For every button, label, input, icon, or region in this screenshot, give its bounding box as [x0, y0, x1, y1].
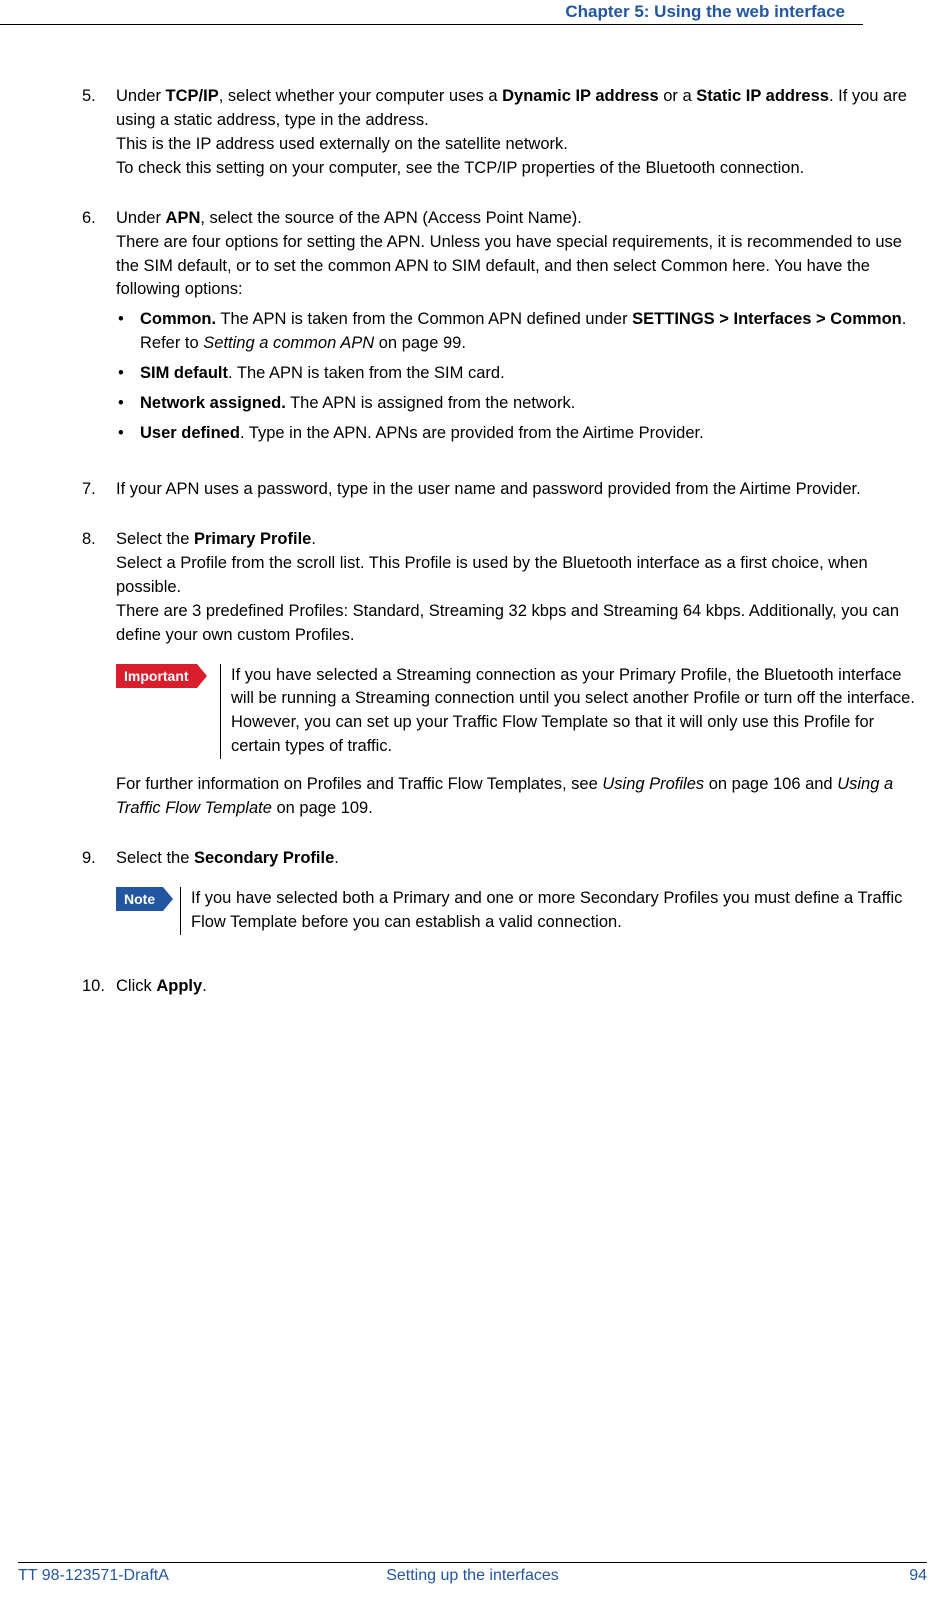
text: . The APN is taken from the SIM card. — [228, 364, 505, 382]
footer-doc-id: TT 98-123571-DraftA — [18, 1567, 321, 1585]
step-body: Under APN, select the source of the APN … — [116, 207, 927, 452]
bullet-list: •Common. The APN is taken from the Commo… — [116, 308, 927, 446]
bullet-item: •User defined. Type in the APN. APNs are… — [116, 422, 927, 446]
text: If your APN uses a password, type in the… — [116, 480, 861, 498]
step-number: 6. — [82, 207, 116, 452]
bold: Apply — [156, 977, 202, 995]
text: , select whether your computer uses a — [219, 87, 502, 105]
step-number: 8. — [82, 528, 116, 821]
bold: Secondary Profile — [194, 849, 334, 867]
text: This is the IP address used externally o… — [116, 135, 568, 153]
bold: Primary Profile — [194, 530, 311, 548]
bullet-icon: • — [116, 308, 140, 356]
text: Under — [116, 209, 166, 227]
text: Select the — [116, 530, 194, 548]
step-9: 9. Select the Secondary Profile. Note If… — [82, 847, 927, 949]
important-label: Important — [116, 664, 197, 688]
bold: SIM default — [140, 364, 228, 382]
bold: Network assigned. — [140, 394, 286, 412]
text: . — [334, 849, 339, 867]
bold: User defined — [140, 424, 240, 442]
step-8: 8. Select the Primary Profile. Select a … — [82, 528, 927, 821]
step-body: If your APN uses a password, type in the… — [116, 478, 927, 502]
bullet-item: •SIM default. The APN is taken from the … — [116, 362, 927, 386]
text: . — [311, 530, 316, 548]
text: on page 106 and — [704, 775, 837, 793]
page-header: Chapter 5: Using the web interface — [0, 0, 863, 25]
step-5: 5. Under TCP/IP, select whether your com… — [82, 85, 927, 181]
bold: TCP/IP — [166, 87, 219, 105]
text: on page 99. — [374, 334, 466, 352]
step-6: 6. Under APN, select the source of the A… — [82, 207, 927, 452]
text: on page 109. — [272, 799, 373, 817]
text: , select the source of the APN (Access P… — [200, 209, 582, 227]
bullet-body: Common. The APN is taken from the Common… — [140, 308, 927, 356]
italic: Setting a common APN — [203, 334, 374, 352]
callout-text: If you have selected a Streaming connect… — [220, 664, 927, 760]
step-body: Click Apply. — [116, 975, 927, 999]
text: . — [202, 977, 207, 995]
text: Click — [116, 977, 156, 995]
footer-row: TT 98-123571-DraftA Setting up the inter… — [18, 1567, 927, 1585]
text: Select the — [116, 849, 194, 867]
callout-label-wrap: Note — [116, 887, 180, 935]
page-footer: TT 98-123571-DraftA Setting up the inter… — [0, 1562, 945, 1585]
step-number: 7. — [82, 478, 116, 502]
bullet-icon: • — [116, 422, 140, 446]
note-label: Note — [116, 887, 163, 911]
bullet-body: Network assigned. The APN is assigned fr… — [140, 392, 927, 416]
bullet-body: SIM default. The APN is taken from the S… — [140, 362, 927, 386]
bold: Common. — [140, 310, 216, 328]
bold: Static IP address — [696, 87, 829, 105]
step-list: 5. Under TCP/IP, select whether your com… — [82, 85, 927, 999]
step-body: Select the Primary Profile. Select a Pro… — [116, 528, 927, 821]
bullet-body: User defined. Type in the APN. APNs are … — [140, 422, 927, 446]
callout-label-wrap: Important — [116, 664, 220, 760]
text: The APN is assigned from the network. — [286, 394, 576, 412]
step-body: Under TCP/IP, select whether your comput… — [116, 85, 927, 181]
text: or a — [659, 87, 697, 105]
important-callout: Important If you have selected a Streami… — [116, 664, 927, 760]
footer-section: Setting up the interfaces — [321, 1567, 624, 1585]
step-number: 9. — [82, 847, 116, 949]
note-callout: Note If you have selected both a Primary… — [116, 887, 927, 935]
callout-text: If you have selected both a Primary and … — [180, 887, 927, 935]
step-10: 10. Click Apply. — [82, 975, 927, 999]
italic: Using Profiles — [602, 775, 704, 793]
bold: Dynamic IP address — [502, 87, 659, 105]
footer-rule — [18, 1562, 927, 1563]
bold: SETTINGS > Interfaces > Common — [632, 310, 902, 328]
text: There are 3 predefined Profiles: Standar… — [116, 602, 899, 644]
text: . Type in the APN. APNs are provided fro… — [240, 424, 704, 442]
step-7: 7. If your APN uses a password, type in … — [82, 478, 927, 502]
bold: APN — [166, 209, 201, 227]
bullet-item: •Common. The APN is taken from the Commo… — [116, 308, 927, 356]
bullet-item: •Network assigned. The APN is assigned f… — [116, 392, 927, 416]
text: The APN is taken from the Common APN def… — [216, 310, 632, 328]
step-number: 10. — [82, 975, 116, 999]
page-body: 5. Under TCP/IP, select whether your com… — [0, 85, 945, 999]
step-body: Select the Secondary Profile. Note If yo… — [116, 847, 927, 949]
text: Under — [116, 87, 166, 105]
bullet-icon: • — [116, 362, 140, 386]
text: There are four options for setting the A… — [116, 233, 902, 299]
footer-page-number: 94 — [624, 1567, 927, 1585]
step-number: 5. — [82, 85, 116, 181]
text: For further information on Profiles and … — [116, 775, 602, 793]
text: To check this setting on your computer, … — [116, 159, 804, 177]
bullet-icon: • — [116, 392, 140, 416]
text: Select a Profile from the scroll list. T… — [116, 554, 868, 596]
